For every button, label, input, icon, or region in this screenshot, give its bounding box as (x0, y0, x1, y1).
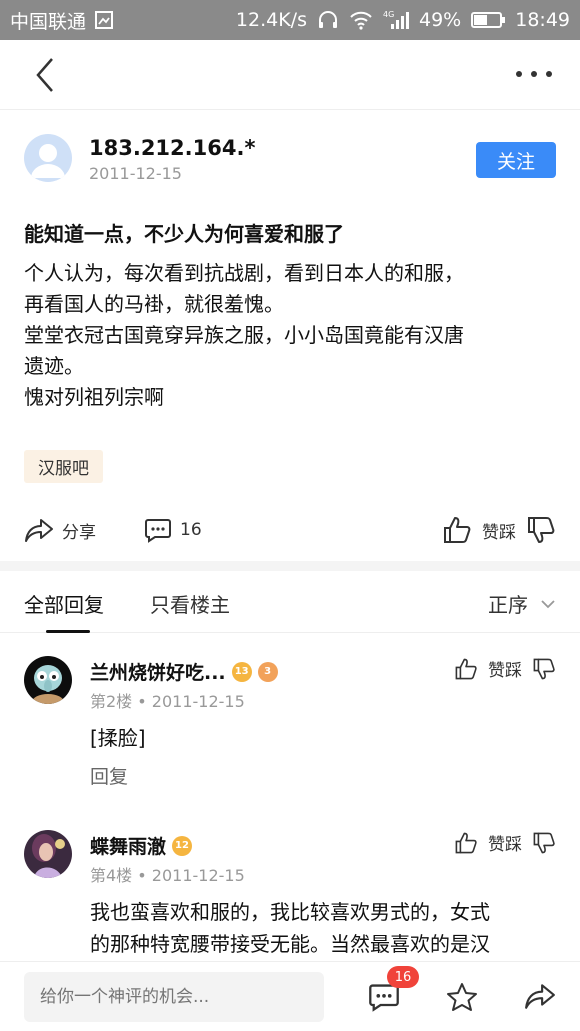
reply-content-line: 我也蛮喜欢和服的，我比较喜欢男式的，女式 (90, 900, 490, 924)
share-button[interactable]: 分享 (24, 517, 96, 543)
post-actions: 分享 16 赞踩 (24, 510, 556, 550)
forum-tag[interactable]: 汉服吧 (24, 450, 103, 483)
reply-content-line: 的那种特宽腰带接受无能。当然最喜欢的是汉 (90, 932, 490, 956)
post-body-line: 遗迹。 (24, 354, 84, 378)
reply-author-name: 蝶舞雨澈 (90, 836, 167, 858)
thumbs-up-icon[interactable] (442, 515, 472, 545)
thumbs-down-icon[interactable] (532, 831, 556, 855)
clock: 18:49 (515, 9, 570, 31)
battery-percent: 49% (419, 9, 462, 31)
level-badge: 12 (172, 835, 193, 856)
post-author: 183.212.164.* 2011-12-15 关注 (24, 134, 556, 186)
dot-icon (516, 71, 522, 77)
post-body-line: 堂堂衣冠古国竟穿异族之服，小小岛国竟能有汉唐 (24, 323, 464, 347)
reply-meta: 第2楼 • 2011-12-15 (90, 692, 245, 711)
reply-content: [揉脸] (90, 722, 560, 754)
post-body-line: 再看国人的马褂，就很羞愧。 (24, 292, 284, 316)
wifi-icon (349, 10, 373, 30)
dot-icon (531, 71, 537, 77)
default-user-icon (31, 144, 65, 178)
section-divider (0, 561, 580, 571)
tab-owner-only[interactable]: 只看楼主 (150, 589, 230, 618)
status-bar: 中国联通 12.4K/s 4G 49% 18:49 (0, 0, 580, 40)
reply-content-line: [揉脸] (90, 726, 146, 750)
avatar[interactable] (24, 656, 72, 704)
reply-date: 2011-12-15 (151, 866, 245, 885)
star-icon (447, 983, 477, 1011)
user-avatar-image (24, 656, 72, 704)
post-body: 个人认为，每次看到抗战剧，看到日本人的和服， 再看国人的马褂，就很羞愧。 堂堂衣… (24, 258, 556, 413)
dot-icon (546, 71, 552, 77)
comment-input[interactable] (24, 972, 324, 1022)
thumbs-up-icon[interactable] (454, 831, 478, 855)
level-badge: 13 (231, 661, 252, 682)
back-button[interactable] (28, 56, 62, 94)
vote-control: 赞踩 (454, 830, 556, 855)
headphone-icon (317, 9, 339, 31)
carrier-label: 中国联通 (10, 10, 87, 33)
comment-count-button[interactable]: 16 (144, 517, 202, 543)
share-label: 分享 (62, 522, 96, 543)
active-tab-indicator (46, 630, 90, 633)
signal-icon: 4G (383, 9, 409, 31)
favorite-button[interactable] (446, 982, 478, 1016)
thumbs-down-icon[interactable] (526, 515, 556, 545)
floor-number: 第2楼 (90, 692, 133, 711)
post-body-line: 个人认为，每次看到抗战剧，看到日本人的和服， (24, 261, 464, 285)
reply-author-name: 兰州烧饼好吃... (90, 662, 226, 684)
user-avatar-image (24, 830, 72, 878)
vote-label: 赞踩 (482, 522, 516, 543)
reply-content: 我也蛮喜欢和服的，我比较喜欢男式的，女式 的那种特宽腰带接受无能。当然最喜欢的是… (90, 896, 560, 960)
bottom-bar: 16 (0, 961, 580, 1031)
svg-text:4G: 4G (383, 10, 394, 19)
thumbs-down-icon[interactable] (532, 657, 556, 681)
chevron-left-icon (36, 58, 53, 92)
reply-item: 兰州烧饼好吃... 13 3 第2楼 • 2011-12-15 赞踩 [揉脸] … (0, 656, 580, 796)
post-title: 能知道一点，不少人为何喜爱和服了 (24, 222, 344, 246)
floor-number: 第4楼 (90, 866, 133, 885)
battery-icon (471, 11, 506, 29)
share-icon (25, 519, 53, 542)
author-name[interactable]: 183.212.164.* (89, 136, 255, 160)
comment-count-badge: 16 (387, 966, 419, 988)
screenshot-icon (94, 10, 114, 30)
avatar[interactable] (24, 134, 72, 182)
reply-date: 2011-12-15 (151, 692, 245, 711)
vote-label: 赞踩 (488, 661, 522, 681)
sort-label: 正序 (488, 593, 528, 617)
member-badge: 3 (257, 661, 278, 682)
reply-author[interactable]: 蝶舞雨澈 12 (90, 832, 193, 859)
comment-count: 16 (180, 520, 202, 540)
vote-label: 赞踩 (488, 835, 522, 855)
reply-item: 蝶舞雨澈 12 第4楼 • 2011-12-15 赞踩 我也蛮喜欢和服的，我比较… (0, 830, 580, 961)
avatar[interactable] (24, 830, 72, 878)
reply-button[interactable]: 回复 (90, 762, 128, 789)
thumbs-up-icon[interactable] (454, 657, 478, 681)
follow-button[interactable]: 关注 (476, 142, 556, 178)
share-icon (525, 984, 555, 1009)
reply-tabs: 全部回复 只看楼主 正序 (0, 571, 580, 633)
share-button[interactable] (524, 982, 556, 1014)
sort-dropdown[interactable]: 正序 (488, 589, 556, 618)
vote-control: 赞踩 (454, 656, 556, 681)
post-date: 2011-12-15 (89, 164, 182, 183)
tab-all-replies[interactable]: 全部回复 (24, 589, 104, 618)
network-speed: 12.4K/s (235, 9, 307, 31)
chevron-down-icon (541, 599, 555, 608)
reply-meta: 第4楼 • 2011-12-15 (90, 866, 245, 885)
comment-icon (145, 519, 171, 543)
vote-control: 赞踩 (442, 515, 556, 545)
reply-author[interactable]: 兰州烧饼好吃... 13 3 (90, 658, 278, 685)
post-body-line: 愧对列祖列宗啊 (24, 385, 164, 409)
nav-bar (0, 40, 580, 110)
more-options-button[interactable] (516, 68, 552, 80)
